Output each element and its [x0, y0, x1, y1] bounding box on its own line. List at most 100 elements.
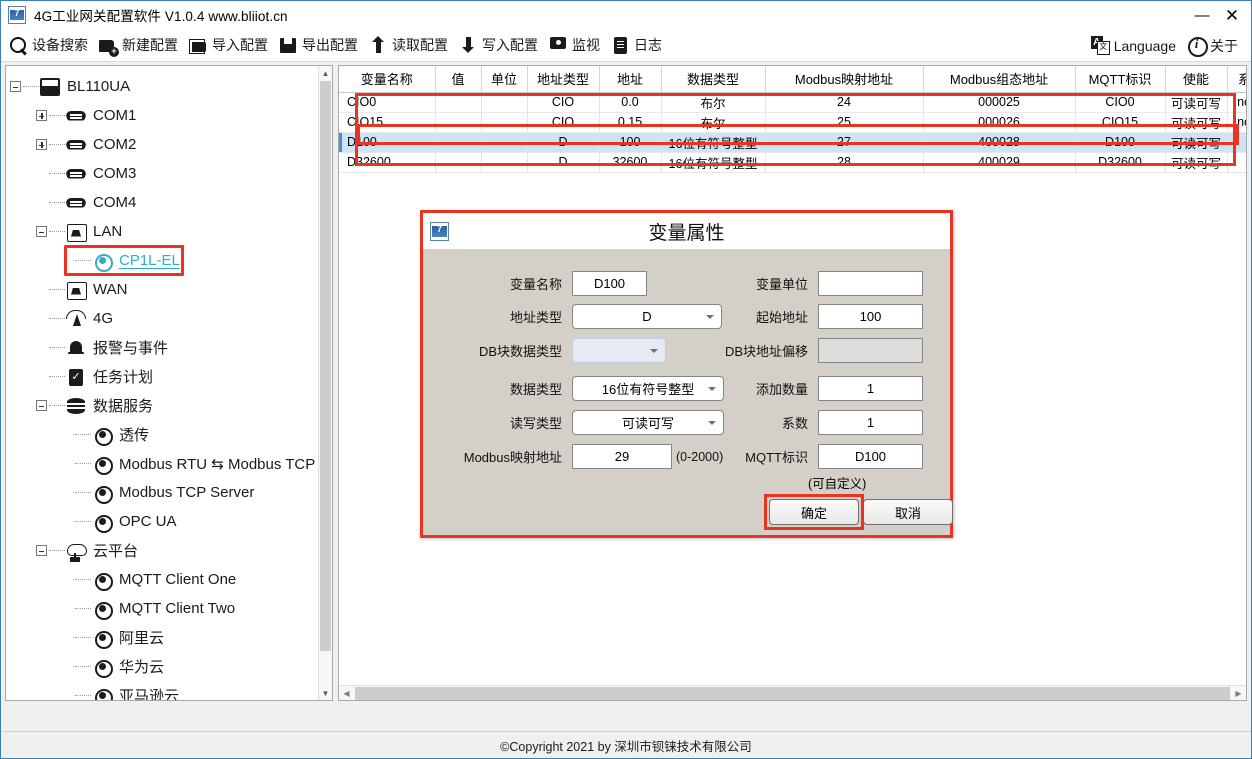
- toolbar-export-config-button[interactable]: 导出配置: [275, 31, 365, 59]
- minimize-button[interactable]: —: [1187, 1, 1217, 29]
- factor-input[interactable]: 1: [818, 410, 923, 435]
- tree-item-lan[interactable]: LAN: [10, 217, 318, 246]
- tree-item-cp1l-el[interactable]: CP1L-EL: [10, 245, 318, 276]
- tree-item-modbus-rtu-modbus-tcp[interactable]: Modbus RTU ⇆ Modbus TCP: [10, 449, 318, 478]
- scrollbar-thumb[interactable]: [320, 81, 331, 651]
- start-addr-label: 起始地址: [755, 310, 808, 325]
- tree-item-[interactable]: 任务计划: [10, 362, 318, 391]
- scroll-down-arrow-icon[interactable]: ▼: [319, 686, 332, 700]
- table-column-header[interactable]: 地址类型: [527, 66, 600, 93]
- var-name-input[interactable]: D100: [572, 271, 647, 296]
- toolbar-item-label: 日志: [634, 37, 662, 53]
- mqtt-id-input[interactable]: D100: [818, 444, 923, 469]
- toolbar-new-config-button[interactable]: 新建配置: [95, 31, 185, 59]
- tree-item-bl110ua[interactable]: BL110UA: [10, 72, 318, 101]
- toolbar-about-button[interactable]: 关于: [1183, 32, 1245, 60]
- table-column-header[interactable]: 使能: [1165, 66, 1228, 93]
- mqtt-id-hint: (可自定义): [808, 477, 867, 491]
- cell-value: [435, 132, 482, 153]
- expander-minus-icon[interactable]: [36, 400, 47, 411]
- cell-unit: [481, 132, 528, 153]
- tree-item-com3[interactable]: COM3: [10, 159, 318, 188]
- start-addr-input[interactable]: 100: [818, 304, 923, 329]
- tree-item-modbus-tcp-server[interactable]: Modbus TCP Server: [10, 478, 318, 507]
- table-row[interactable]: CIO15CIO0.15布尔25000026CIO15可读可写none: [339, 112, 1246, 133]
- tree-item-[interactable]: 华为云: [10, 652, 318, 681]
- tree-item-[interactable]: 云平台: [10, 536, 318, 565]
- new-config-icon: [99, 36, 119, 57]
- table-row[interactable]: CIO0CIO0.0布尔24000025CIO0可读可写none: [339, 92, 1246, 113]
- cell-modbus-map: 27: [765, 132, 924, 153]
- toolbar-monitor-button[interactable]: 监视: [545, 31, 607, 59]
- table-column-header[interactable]: 地址: [599, 66, 662, 93]
- sidebar-vertical-scrollbar[interactable]: ▲ ▼: [318, 66, 332, 700]
- table-column-header[interactable]: Modbus组态地址: [923, 66, 1076, 93]
- toolbar-device-search-button[interactable]: 设备搜索: [5, 31, 95, 59]
- modbus-map-input[interactable]: 29: [572, 444, 672, 469]
- cell-mqtt-id: D100: [1075, 132, 1166, 153]
- tree-item-[interactable]: 数据服务: [10, 391, 318, 420]
- expander-minus-icon[interactable]: [36, 545, 47, 556]
- tree-item-com1[interactable]: COM1: [10, 101, 318, 130]
- var-unit-input[interactable]: [818, 271, 923, 296]
- db-data-type-select[interactable]: [572, 338, 666, 363]
- hscrollbar-thumb[interactable]: [355, 686, 1230, 700]
- var-unit-label: 变量单位: [755, 277, 808, 292]
- scroll-right-arrow-icon[interactable]: ▶: [1231, 689, 1246, 698]
- expander-plus-icon[interactable]: [36, 110, 47, 121]
- tree-item-label: 任务计划: [93, 369, 154, 386]
- table-column-header[interactable]: Modbus映射地址: [765, 66, 924, 93]
- close-button[interactable]: ✕: [1217, 1, 1247, 29]
- tree-connector: [75, 666, 91, 667]
- table-column-header[interactable]: 数据类型: [661, 66, 766, 93]
- tree-item-4g[interactable]: 4G: [10, 304, 318, 333]
- table-row[interactable]: D100D10016位有符号整型27400028D100可读可写1: [339, 132, 1246, 153]
- expander-plus-icon[interactable]: [36, 139, 47, 150]
- tree-item-label: Modbus TCP Server: [119, 484, 255, 501]
- scroll-up-arrow-icon[interactable]: ▲: [319, 66, 332, 80]
- tree-item-mqtt-client-one[interactable]: MQTT Client One: [10, 565, 318, 594]
- table-header-row: 变量名称值单位 地址类型 地址 数据类型 Modbus映射地址 Modbus组态地址 MQT…: [339, 66, 1246, 93]
- table-column-header[interactable]: 变量名称: [339, 66, 436, 93]
- cell-factor: none: [1227, 92, 1246, 113]
- expander-minus-icon[interactable]: [36, 226, 47, 237]
- tree-item-[interactable]: 透传: [10, 420, 318, 449]
- dialog-title-bar: 变量属性: [423, 213, 950, 249]
- tree-item-com2[interactable]: COM2: [10, 130, 318, 159]
- tree-item-label: 亚马逊云: [119, 688, 180, 700]
- tree-item-[interactable]: 报警与事件: [10, 333, 318, 362]
- expander-minus-icon[interactable]: [10, 81, 21, 92]
- tree-item-label: Modbus RTU ⇆ Modbus TCP: [119, 455, 316, 473]
- tree-item-com4[interactable]: COM4: [10, 188, 318, 217]
- scroll-left-arrow-icon[interactable]: ◀: [339, 689, 354, 698]
- table-column-header[interactable]: 单位: [481, 66, 528, 93]
- table-column-header[interactable]: MQTT标识: [1075, 66, 1166, 93]
- tree-item-[interactable]: 亚马逊云: [10, 681, 318, 700]
- main-horizontal-scrollbar[interactable]: ◀ ▶: [339, 685, 1246, 700]
- cell-addr: 0.15: [599, 112, 662, 133]
- tree-item-wan[interactable]: WAN: [10, 275, 318, 304]
- table-column-header[interactable]: 值: [435, 66, 482, 93]
- variable-table-wrap: 变量名称值单位 地址类型 地址 数据类型 Modbus映射地址 Modbus组态地址 MQT…: [339, 66, 1246, 173]
- node-dot-icon: [91, 484, 113, 504]
- toolbar-import-config-button[interactable]: 导入配置: [185, 31, 275, 59]
- com-port-icon: [65, 136, 87, 154]
- toolbar-read-config-button[interactable]: 读取配置: [365, 31, 455, 59]
- tree-item-opc-ua[interactable]: OPC UA: [10, 507, 318, 536]
- toolbar-log-button[interactable]: 日志: [607, 31, 669, 59]
- toolbar-language-button[interactable]: Language: [1087, 32, 1183, 60]
- ok-button[interactable]: 确定: [769, 499, 859, 525]
- tree-item-mqtt-client-two[interactable]: MQTT Client Two: [10, 594, 318, 623]
- cell-data-type: 布尔: [661, 112, 766, 133]
- toolbar-write-config-button[interactable]: 写入配置: [455, 31, 545, 59]
- cell-addr: 0.0: [599, 92, 662, 113]
- table-row[interactable]: D32600D3260016位有符号整型28400029D32600可读可写1: [339, 152, 1246, 173]
- tree-connector: [49, 289, 65, 290]
- cell-modbus-cfg: 400029: [923, 152, 1076, 173]
- add-count-input[interactable]: 1: [818, 376, 923, 401]
- tree-connector: [75, 608, 91, 609]
- cancel-button[interactable]: 取消: [863, 499, 953, 525]
- tree-item-[interactable]: 阿里云: [10, 623, 318, 652]
- table-column-header[interactable]: 系数: [1227, 66, 1246, 93]
